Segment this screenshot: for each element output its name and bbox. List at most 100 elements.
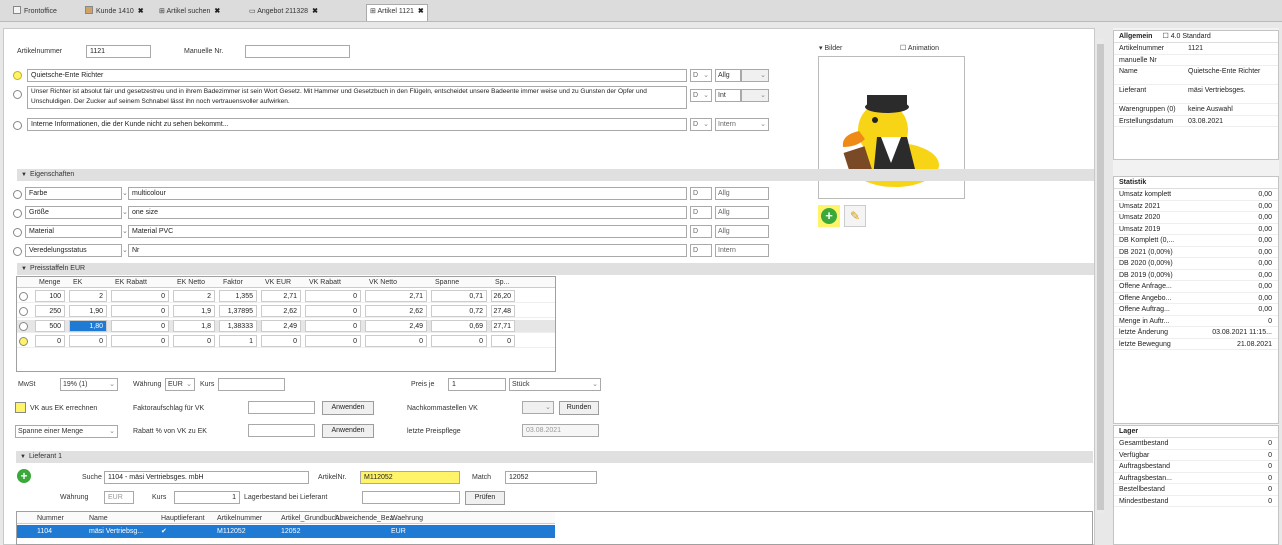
supplier-cell[interactable]: 12052 (281, 526, 300, 537)
anwenden-button[interactable]: Anwenden (322, 401, 374, 415)
price-cell[interactable]: 1,37895 (219, 305, 257, 317)
description-select-radio[interactable] (13, 90, 22, 99)
supplier-column-header[interactable]: Name (89, 513, 108, 524)
price-cell[interactable]: 1,80 (69, 320, 107, 332)
property-radio[interactable] (13, 228, 22, 237)
faktor-input[interactable] (248, 401, 315, 414)
grid-column-header[interactable]: VK EUR (265, 277, 291, 288)
eigenschaften-section-header[interactable]: ▼ Eigenschaften (17, 169, 1094, 181)
manuelle-nr-input[interactable] (245, 45, 350, 58)
price-cell[interactable]: 1,8 (173, 320, 215, 332)
supplier-cell[interactable]: 1104 (37, 526, 52, 537)
lang-select[interactable]: D ⌄ (690, 89, 712, 102)
row-select-radio[interactable] (19, 292, 28, 301)
close-icon[interactable]: ✖ (312, 8, 318, 15)
supplier-column-header[interactable]: Waehrung (391, 513, 423, 524)
chevron-down-icon[interactable]: ⌄ (122, 189, 128, 197)
property-value[interactable]: Material PVC (128, 225, 687, 238)
unit-select[interactable]: Stück ⌄ (509, 378, 601, 391)
price-cell[interactable]: 0 (69, 335, 107, 347)
price-cell[interactable]: 0 (111, 320, 169, 332)
supplier-grid-row[interactable]: 1104 mäsi Vertriebsg... ✔ M112052 12052 EUR (17, 525, 555, 538)
price-cell[interactable]: 0 (35, 335, 65, 347)
anwenden-button[interactable]: Anwenden (322, 424, 374, 438)
price-cell[interactable]: 2 (173, 290, 215, 302)
runden-button[interactable]: Runden (559, 401, 599, 415)
tag-select[interactable]: Intern (715, 244, 769, 257)
grid-column-header[interactable]: Spanne (435, 277, 459, 288)
scrollbar-thumb[interactable] (1097, 44, 1104, 510)
price-cell[interactable]: 0 (491, 335, 515, 347)
tag-select[interactable]: Intern ⌄ (715, 118, 769, 131)
grid-column-header[interactable]: Faktor (223, 277, 243, 288)
grid-column-header[interactable]: VK Rabatt (309, 277, 341, 288)
supplier-cell[interactable]: EUR (391, 526, 406, 537)
supplier-cell[interactable]: ✔ (161, 526, 167, 537)
supplier-column-header[interactable]: Nummer (37, 513, 64, 524)
lang-select[interactable]: D (690, 225, 712, 238)
supplier-column-header[interactable]: Abweichende_Bez. (335, 513, 395, 524)
price-cell[interactable]: 1,38333 (219, 320, 257, 332)
price-cell[interactable]: 26,20 (491, 290, 515, 302)
rabatt-input[interactable] (248, 424, 315, 437)
lang-select[interactable]: D (690, 244, 712, 257)
price-cell[interactable]: 0 (305, 305, 361, 317)
price-cell[interactable]: 0 (261, 335, 301, 347)
price-cell[interactable]: 0,71 (431, 290, 487, 302)
close-icon[interactable]: ✖ (418, 8, 424, 15)
property-name[interactable]: Farbe (25, 187, 122, 200)
price-cell[interactable]: 0 (111, 335, 169, 347)
grid-column-header[interactable]: VK Netto (369, 277, 397, 288)
property-value[interactable]: one size (128, 206, 687, 219)
name-select-radio[interactable] (13, 71, 22, 80)
price-cell[interactable]: 1,90 (69, 305, 107, 317)
row-select-radio[interactable] (19, 322, 28, 331)
price-row[interactable]: 500 1,80 0 1,8 1,38333 2,49 0 2,49 0,69 27,71 (17, 320, 555, 333)
tab-artikel-1121[interactable]: ⊞ Artikel 1121 ✖ (366, 4, 428, 21)
waehrung-select[interactable]: EUR ⌄ (165, 378, 195, 391)
supplier-kurs-input[interactable]: 1 (174, 491, 240, 504)
row-select-radio[interactable] (19, 307, 28, 316)
tag-select[interactable]: Allg (715, 225, 769, 238)
price-cell[interactable]: 2,49 (365, 320, 427, 332)
chevron-down-icon[interactable]: ⌄ (122, 208, 128, 216)
internal-info-input[interactable]: Interne Informationen, die der Kunde nic… (27, 118, 687, 131)
vk-aus-ek-checkbox[interactable] (15, 402, 26, 413)
tag-select[interactable]: Allg (715, 69, 741, 82)
tag-select[interactable]: Int (715, 89, 741, 102)
image-tool-button[interactable]: ✎ (844, 205, 866, 227)
chevron-down-icon[interactable]: ⌄ (122, 227, 128, 235)
close-icon[interactable]: ✖ (214, 8, 220, 15)
lager-lieferant-input[interactable] (362, 491, 460, 504)
supplier-cell[interactable]: M112052 (217, 526, 246, 537)
price-cell[interactable]: 2,71 (365, 290, 427, 302)
price-cell[interactable]: 0,72 (431, 305, 487, 317)
price-cell[interactable]: 2 (69, 290, 107, 302)
price-cell[interactable]: 1 (219, 335, 257, 347)
mwst-select[interactable]: 19% (1) ⌄ (60, 378, 118, 391)
property-name[interactable]: Größe (25, 206, 122, 219)
lang-select[interactable]: D ⌄ (690, 69, 712, 82)
price-cell[interactable]: 27,48 (491, 305, 515, 317)
property-radio[interactable] (13, 190, 22, 199)
tab-kunde[interactable]: Kunde 1410 ✖ (82, 5, 147, 19)
price-cell[interactable]: 0 (305, 290, 361, 302)
lang-select[interactable]: D (690, 206, 712, 219)
price-cell[interactable]: 1,9 (173, 305, 215, 317)
price-cell[interactable]: 0,69 (431, 320, 487, 332)
price-cell[interactable]: 0 (111, 305, 169, 317)
price-cell[interactable]: 2,62 (365, 305, 427, 317)
supplier-column-header[interactable]: Artikel_Grundbuch (281, 513, 339, 524)
grid-column-header[interactable]: Menge (39, 277, 60, 288)
tab-frontoffice[interactable]: Frontoffice (10, 5, 60, 19)
grid-column-header[interactable]: EK Rabatt (115, 277, 147, 288)
price-cell[interactable]: 0 (305, 320, 361, 332)
nachkomma-select[interactable]: ⌄ (522, 401, 554, 414)
property-radio[interactable] (13, 209, 22, 218)
description-input[interactable]: Unser Richter ist absolut fair und geset… (27, 86, 687, 109)
price-cell[interactable]: 0 (173, 335, 215, 347)
price-cell[interactable]: 500 (35, 320, 65, 332)
tag-dropdown[interactable]: ⌄ (741, 69, 769, 82)
match-input[interactable]: 12052 (505, 471, 597, 484)
standard-checkbox[interactable]: ☐ 4.0 Standard (1162, 33, 1210, 40)
